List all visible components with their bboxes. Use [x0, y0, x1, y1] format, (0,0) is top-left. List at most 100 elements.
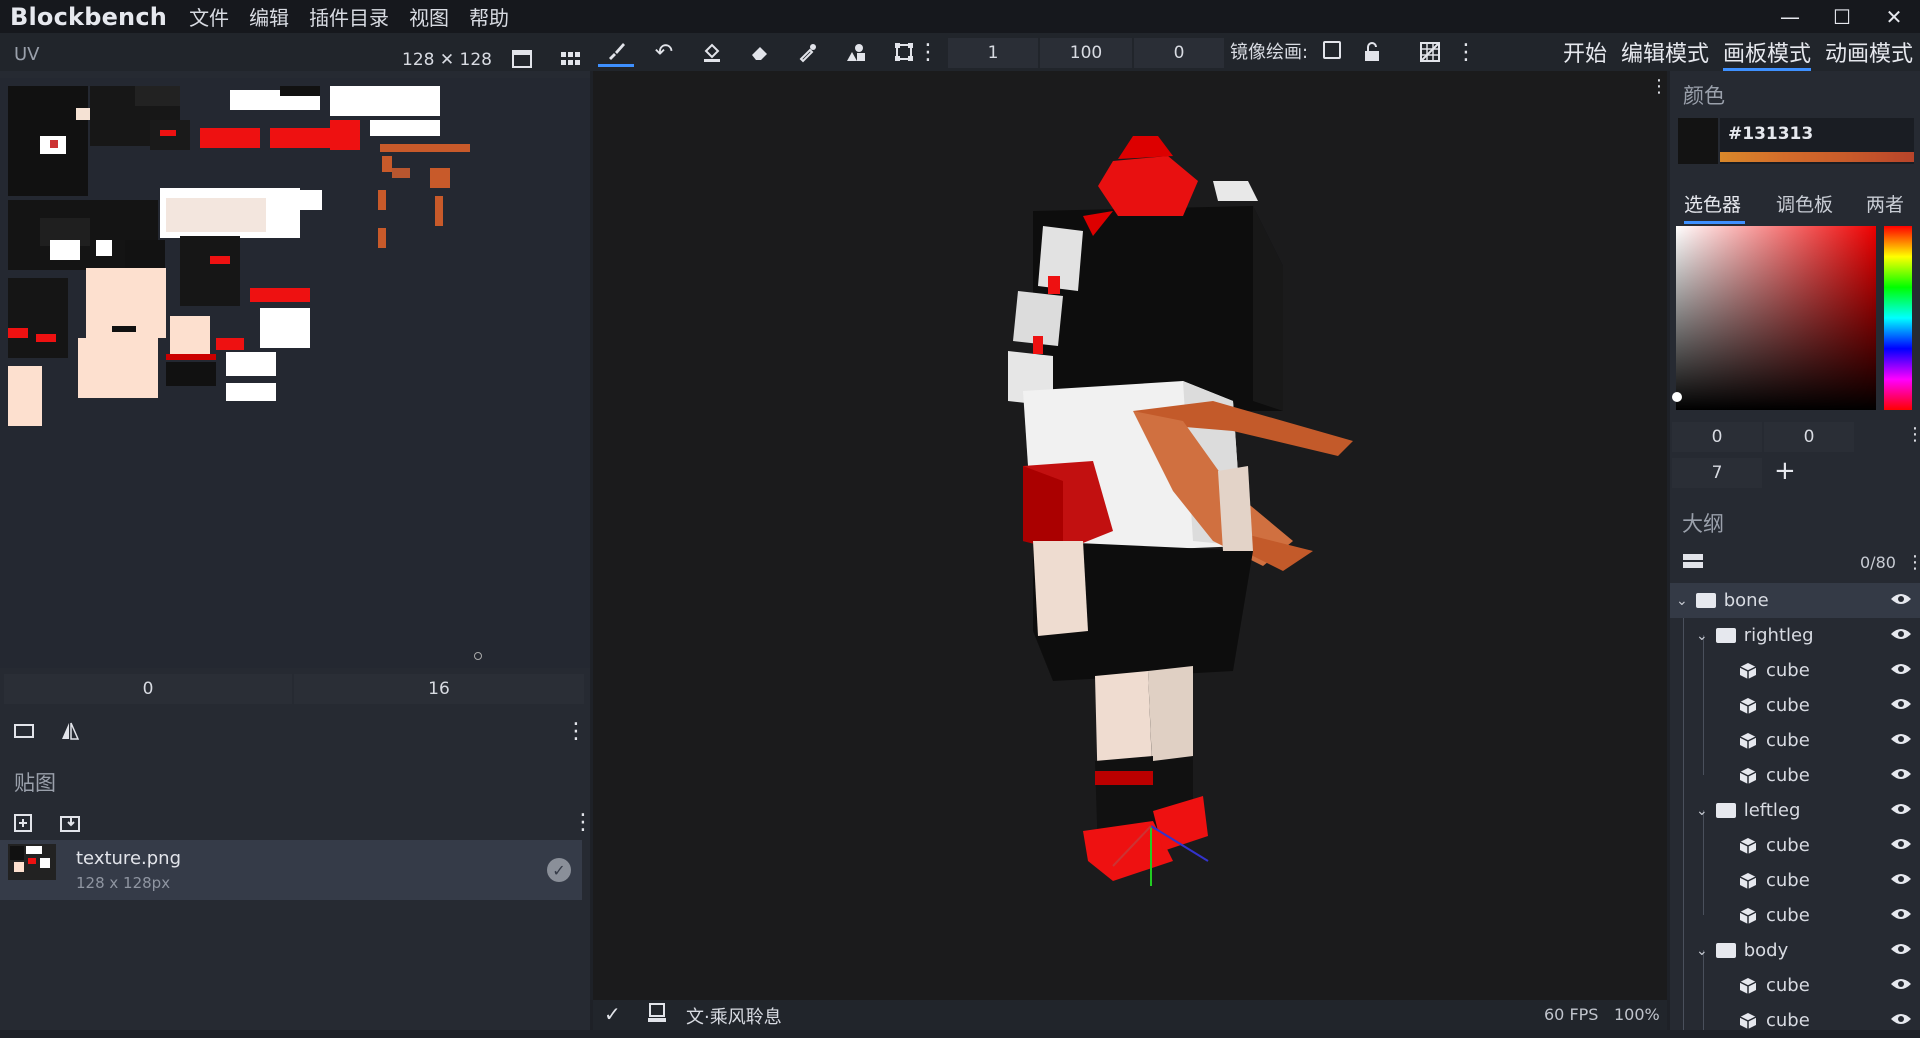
chevron-down-icon[interactable]: ⌄ — [1696, 943, 1708, 959]
chevron-down-icon[interactable]: ⌄ — [1696, 803, 1708, 819]
opacity-input[interactable]: 100 — [1040, 38, 1132, 68]
uv-field-left[interactable]: 0 — [4, 674, 292, 704]
rectangle-icon[interactable] — [6, 716, 42, 746]
eye-icon[interactable] — [1890, 906, 1912, 925]
maximize-icon[interactable]: ☐ — [1816, 0, 1868, 33]
tab-palette[interactable]: 调色板 — [1776, 190, 1833, 217]
add-texture-icon[interactable] — [6, 807, 42, 837]
tab-start[interactable]: 开始 — [1563, 36, 1607, 68]
eye-icon[interactable] — [1890, 976, 1912, 995]
more-icon[interactable]: ⋮ — [1906, 552, 1920, 573]
mirror-checkbox[interactable] — [1323, 41, 1341, 59]
tab-both[interactable]: 两者 — [1866, 190, 1904, 217]
menu-file[interactable]: 文件 — [189, 2, 229, 31]
cube-icon — [1738, 731, 1758, 751]
chevron-down-icon[interactable]: ⌄ — [1676, 593, 1688, 609]
menu-edit[interactable]: 编辑 — [249, 2, 289, 31]
color-hex-box[interactable]: #131313 — [1720, 118, 1914, 164]
outliner-label: cube — [1766, 730, 1810, 751]
eye-icon[interactable] — [1890, 1011, 1912, 1030]
eye-icon[interactable] — [1890, 696, 1912, 715]
recent-colors-strip[interactable] — [1720, 152, 1914, 162]
eraser-icon[interactable] — [742, 37, 778, 67]
folder-icon — [1715, 943, 1736, 958]
outliner-cube[interactable]: cube — [1670, 898, 1920, 933]
eye-icon[interactable] — [1890, 836, 1912, 855]
outliner-group[interactable]: ⌄ leftleg — [1670, 793, 1920, 828]
eye-icon[interactable] — [1890, 591, 1912, 610]
outliner-cube[interactable]: cube — [1670, 968, 1920, 1003]
app-title: Blockbench — [10, 2, 168, 31]
cube-icon — [1738, 696, 1758, 716]
mirror-icon[interactable] — [52, 716, 88, 746]
grid-toggle-icon[interactable] — [1412, 37, 1448, 67]
color-picker-icon[interactable] — [790, 37, 826, 67]
outliner-cube[interactable]: cube — [1670, 863, 1920, 898]
outliner-label: cube — [1766, 1010, 1810, 1031]
outliner-group[interactable]: ⌄ bone — [1670, 583, 1920, 618]
eye-icon[interactable] — [1890, 801, 1912, 820]
outliner-cube[interactable]: cube — [1670, 653, 1920, 688]
tab-animate-mode[interactable]: 动画模式 — [1825, 36, 1913, 68]
hue-slider[interactable] — [1884, 226, 1912, 410]
color-swatch[interactable] — [1678, 118, 1718, 164]
softness-input[interactable]: 0 — [1134, 38, 1224, 68]
color-field-a[interactable]: 0 — [1672, 422, 1762, 452]
close-icon[interactable]: ✕ — [1868, 0, 1920, 33]
outliner-cube[interactable]: cube — [1670, 1003, 1920, 1038]
eye-icon[interactable] — [1890, 661, 1912, 680]
more-icon[interactable]: ⋮ — [917, 37, 939, 67]
color-saturation-field[interactable] — [1676, 226, 1876, 410]
project-icon[interactable] — [646, 1002, 668, 1029]
brush-icon[interactable] — [598, 37, 634, 67]
outliner-label: cube — [1766, 695, 1810, 716]
color-title: 颜色 — [1683, 84, 1725, 108]
color-cursor[interactable] — [1672, 392, 1682, 402]
outliner-cube[interactable]: cube — [1670, 688, 1920, 723]
tab-paint-mode[interactable]: 画板模式 — [1723, 36, 1812, 71]
outliner-group[interactable]: ⌄ body — [1670, 933, 1920, 968]
more-icon[interactable]: ⋮ — [572, 807, 594, 837]
grid-view-icon[interactable] — [552, 44, 588, 74]
viewport-menu-icon[interactable]: ⋮ — [1650, 76, 1668, 97]
menu-view[interactable]: 视图 — [409, 2, 449, 31]
menu-plugins[interactable]: 插件目录 — [309, 2, 389, 31]
menu-help[interactable]: 帮助 — [469, 2, 509, 31]
uv-texture-canvas[interactable] — [0, 78, 590, 668]
brush-size-input[interactable]: 1 — [948, 38, 1038, 68]
tab-edit-mode[interactable]: 编辑模式 — [1621, 36, 1709, 68]
add-color-button[interactable]: + — [1774, 456, 1796, 486]
texture-list-item[interactable]: texture.png 128 x 128px ✓ — [0, 840, 582, 900]
shapes-icon[interactable] — [838, 37, 874, 67]
eye-icon[interactable] — [1890, 731, 1912, 750]
chevron-down-icon[interactable]: ⌄ — [1696, 628, 1708, 644]
uv-resize-handle[interactable] — [474, 652, 482, 660]
outliner-cube[interactable]: cube — [1670, 758, 1920, 793]
tab-picker[interactable]: 选色器 — [1684, 190, 1746, 224]
eye-icon[interactable] — [1890, 871, 1912, 890]
3d-viewport[interactable] — [593, 71, 1667, 1000]
outliner-label: bone — [1723, 590, 1769, 611]
texture-thumbnail — [8, 844, 56, 880]
outliner-cube[interactable]: cube — [1670, 828, 1920, 863]
lock-icon[interactable] — [1354, 37, 1390, 67]
more-icon[interactable]: ⋮ — [1906, 424, 1920, 445]
color-field-b[interactable]: 0 — [1764, 422, 1854, 452]
eye-icon[interactable] — [1890, 766, 1912, 785]
eye-icon[interactable] — [1890, 941, 1912, 960]
uv-field-right[interactable]: 16 — [294, 674, 584, 704]
cube-icon — [1738, 766, 1758, 786]
outliner-group[interactable]: ⌄ rightleg — [1670, 618, 1920, 653]
single-view-icon[interactable] — [504, 44, 540, 74]
check-icon[interactable]: ✓ — [547, 858, 571, 882]
eye-icon[interactable] — [1890, 626, 1912, 645]
more-icon[interactable]: ⋮ — [1455, 37, 1477, 67]
outliner-cube[interactable]: cube — [1670, 723, 1920, 758]
color-field-c[interactable]: 7 — [1672, 458, 1762, 488]
fill-bucket-icon[interactable] — [694, 37, 730, 67]
import-texture-icon[interactable] — [52, 807, 88, 837]
minimize-icon[interactable]: — — [1764, 0, 1816, 33]
undo-icon[interactable]: ↶ — [646, 37, 682, 67]
outliner-toggle-icon[interactable] — [1682, 552, 1704, 570]
more-icon[interactable]: ⋮ — [565, 716, 587, 746]
